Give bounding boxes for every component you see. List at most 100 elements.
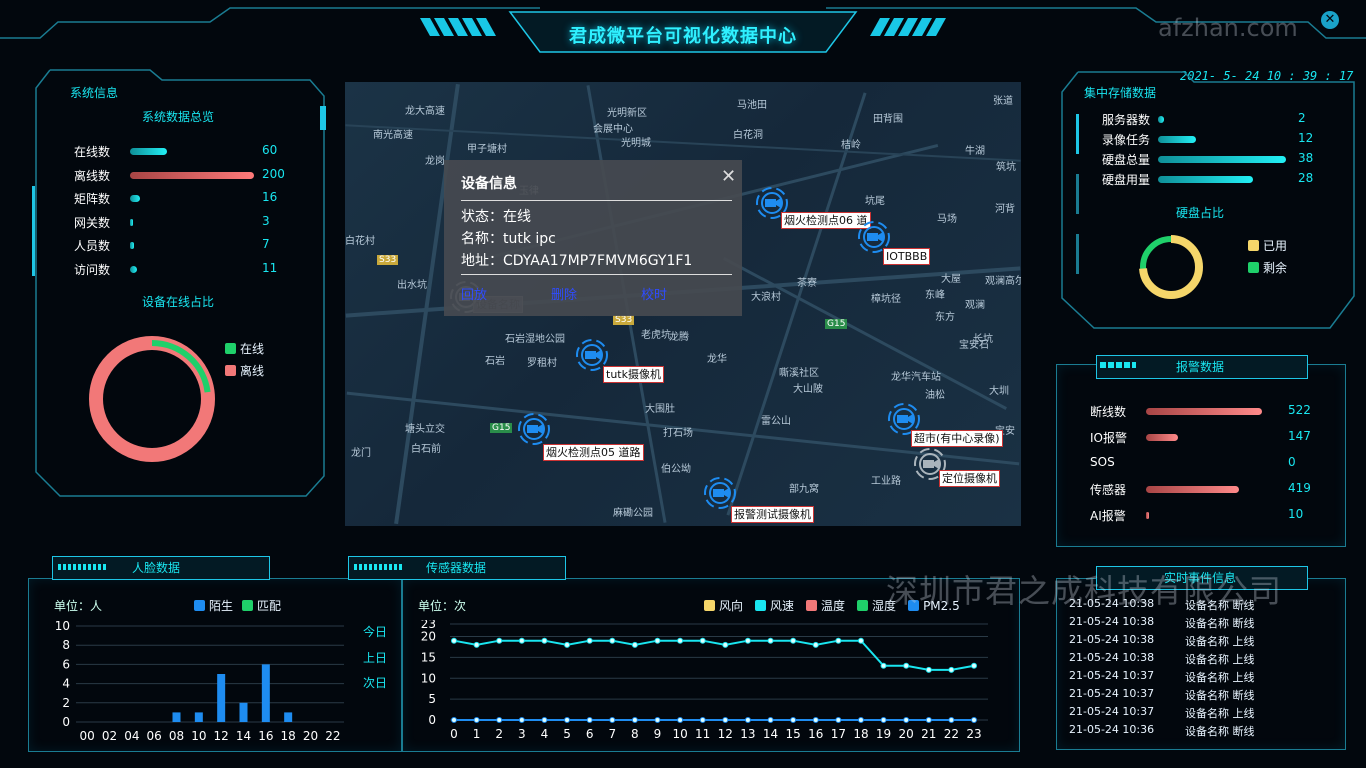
camera-label[interactable]: 报警测试摄像机 [731, 506, 814, 523]
data-point [496, 637, 503, 644]
close-icon[interactable]: ✕ [1321, 11, 1339, 29]
data-point [586, 637, 593, 644]
data-point [971, 662, 977, 669]
x-tick-label: 14 [236, 729, 251, 743]
map-place-label: 光明新区 [607, 108, 647, 119]
legend-remaining-swatch [1248, 262, 1259, 273]
y-tick-label: 0 [62, 715, 70, 729]
close-icon[interactable]: ✕ [721, 166, 736, 187]
camera-marker[interactable] [517, 412, 551, 446]
data-point [835, 637, 842, 644]
camera-label[interactable]: 烟火检测点05 道路 [543, 444, 644, 461]
stat-label: 访问数 [74, 262, 111, 277]
data-point [564, 717, 571, 723]
data-point [767, 637, 774, 644]
camera-label[interactable]: IOTBBB [883, 248, 931, 265]
map-place-label: 龙华汽车站 [891, 372, 941, 383]
data-point [699, 637, 706, 644]
legend-label: 匹配 [257, 599, 282, 613]
event-row: 21-05-24 10:36 设备名称 断线 [1069, 723, 1329, 741]
data-point [518, 717, 525, 723]
stat-bar [130, 242, 134, 249]
data-point [744, 717, 751, 723]
event-text: 设备名称 上线 [1185, 707, 1255, 720]
alarm-stat-row: SOS 0 [1090, 455, 1330, 473]
map-place-label: 东方 [935, 312, 955, 323]
stat-bar [130, 195, 140, 202]
decor-stripes [1100, 362, 1136, 368]
legend-swatch [704, 600, 715, 611]
map-place-label: 打石场 [663, 428, 693, 439]
event-row: 21-05-24 10:38 设备名称 断线 [1069, 615, 1329, 633]
y-tick-label: 2 [62, 696, 70, 710]
map-place-label: 龙腾 [669, 332, 689, 343]
event-text: 设备名称 断线 [1185, 725, 1255, 738]
data-point [903, 717, 910, 723]
x-tick-label: 16 [808, 727, 823, 741]
map-place-label: 大山陂 [793, 384, 823, 395]
stat-bar [1158, 116, 1164, 123]
camera-icon [765, 199, 776, 207]
stat-value: 11 [262, 260, 278, 275]
y-tick-label: 10 [421, 671, 436, 685]
map-place-label: 油松 [925, 390, 945, 401]
y-tick-label: 15 [421, 650, 436, 664]
day-option-today[interactable]: 今日 [363, 623, 387, 640]
playback-button[interactable]: 回放 [461, 284, 487, 303]
x-tick-label: 13 [740, 727, 755, 741]
sensor-unit-label: 单位：次 [418, 599, 467, 613]
x-tick-label: 20 [303, 729, 318, 743]
stat-value: 7 [262, 237, 270, 251]
event-row: 21-05-24 10:37 设备名称 上线 [1069, 705, 1329, 723]
x-tick-label: 3 [518, 727, 526, 741]
map-place-label: 白石前 [411, 444, 441, 455]
stat-bar [1158, 136, 1196, 143]
camera-marker[interactable] [703, 476, 737, 510]
stat-value: 16 [262, 190, 278, 204]
data-point [880, 662, 887, 669]
stat-label: 硬盘总量 [1102, 153, 1151, 167]
x-tick-label: 02 [102, 729, 117, 743]
stat-bar [1146, 408, 1262, 415]
camera-label[interactable]: tutk摄像机 [603, 366, 664, 383]
legend-label: 陌生 [209, 599, 234, 613]
event-time: 21-05-24 10:38 [1069, 651, 1155, 664]
road-badge: G15 [490, 423, 513, 433]
event-text: 设备名称 上线 [1185, 653, 1255, 666]
event-time: 21-05-24 10:36 [1069, 723, 1155, 736]
system-stat-row: 矩阵数 16 [74, 190, 294, 208]
map-place-label: 牛湖 [965, 146, 985, 157]
popup-name: 名称：tutk ipc [461, 231, 556, 247]
stat-bar [1146, 512, 1149, 519]
watermark-site: afzhan.com [1158, 14, 1298, 42]
sync-time-button[interactable]: 校时 [641, 284, 667, 303]
camera-label[interactable]: 定位摄像机 [939, 470, 1000, 487]
data-point [564, 641, 571, 648]
stat-label: 人员数 [74, 239, 111, 253]
decor-stripes [58, 564, 106, 570]
day-option-previous[interactable]: 上日 [363, 649, 387, 666]
event-text: 设备名称 断线 [1185, 689, 1255, 702]
camera-label[interactable]: 超市(有中心录像) [911, 430, 1003, 447]
storage-title: 集中存储数据 [1084, 86, 1157, 100]
map-place-label: 罗租村 [527, 358, 557, 369]
sensor-legend-item: 温度 [806, 599, 845, 613]
stat-bar [1146, 434, 1178, 441]
storage-frame [1061, 71, 1355, 329]
decor-stripes [354, 564, 402, 570]
delete-button[interactable]: 删除 [551, 284, 577, 303]
map-place-label: 老虎坑 [641, 330, 671, 341]
stat-bar [130, 218, 133, 226]
map-place-label: 桔岭 [841, 140, 861, 151]
stat-value: 12 [1298, 131, 1314, 145]
data-point [677, 637, 684, 644]
day-option-next[interactable]: 次日 [363, 674, 387, 691]
storage-stat-row: 服务器数 2 [1102, 111, 1322, 129]
data-point [767, 717, 774, 723]
data-point [744, 637, 751, 644]
storage-stat-row: 硬盘总量 38 [1102, 151, 1322, 169]
stat-value: 200 [262, 166, 285, 181]
data-point [812, 641, 819, 648]
data-point [880, 717, 887, 723]
x-tick-label: 5 [563, 727, 571, 741]
